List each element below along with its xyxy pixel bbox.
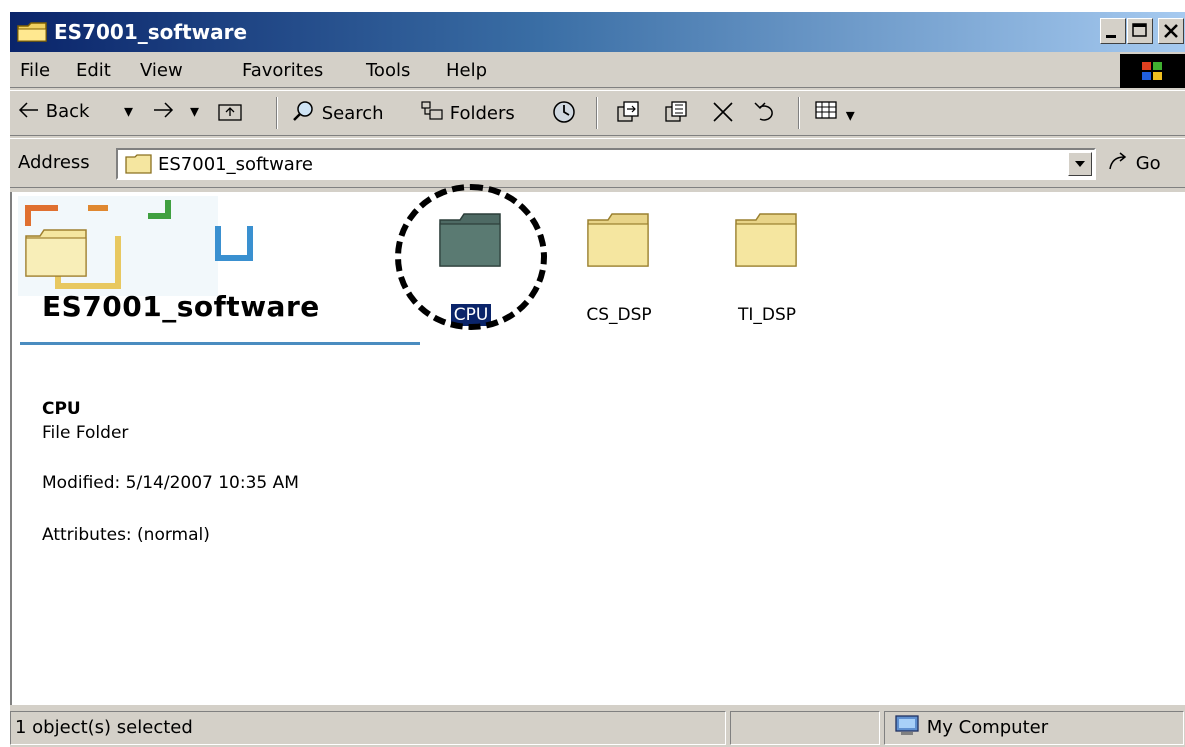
history-icon: [553, 101, 575, 123]
chevron-down-icon: [1075, 161, 1085, 167]
forward-dropdown[interactable]: ▾: [190, 99, 199, 125]
status-zone: My Computer: [884, 711, 1184, 745]
status-selection: 1 object(s) selected: [10, 711, 726, 745]
item-label: TI_DSP: [737, 305, 797, 325]
menu-bar: File Edit View Favorites Tools Help: [10, 54, 1185, 88]
window-title: ES7001_software: [54, 20, 248, 44]
toolbar-separator: [276, 97, 278, 129]
standard-toolbar: Back ▾ ▾ Search Folders ▾: [10, 90, 1185, 136]
search-label: Search: [321, 103, 384, 124]
details-attributes: Attributes: (normal): [42, 525, 210, 545]
up-folder-button[interactable]: [216, 99, 244, 131]
folder-icon: [17, 22, 47, 42]
undo-button[interactable]: [752, 99, 780, 133]
back-arrow-icon: [18, 102, 38, 118]
toolbar-separator: [798, 97, 800, 129]
go-arrow-icon: [1109, 152, 1127, 170]
maximize-button[interactable]: [1127, 18, 1153, 44]
title-bar[interactable]: ES7001_software: [10, 12, 1185, 52]
status-pane-empty: [730, 711, 880, 745]
title-underline: [20, 342, 420, 345]
back-label: Back: [45, 101, 90, 122]
move-to-button[interactable]: [614, 99, 642, 133]
highlight-circle: [395, 184, 547, 330]
views-button[interactable]: ▾: [814, 99, 855, 129]
copy-to-icon: [665, 101, 687, 122]
close-icon: [1164, 24, 1178, 38]
minimize-button[interactable]: [1100, 18, 1126, 44]
folder-icon: [735, 213, 797, 267]
menu-tools[interactable]: Tools: [366, 60, 410, 82]
views-icon: [815, 101, 837, 119]
folder-title: ES7001_software: [42, 290, 320, 323]
menu-help[interactable]: Help: [446, 60, 487, 82]
up-folder-icon: [218, 104, 242, 121]
go-label: Go: [1135, 153, 1161, 174]
views-dropdown-icon: ▾: [845, 105, 855, 126]
windows-flag-icon: [1142, 62, 1162, 80]
item-label: CS_DSP: [586, 305, 652, 325]
go-button[interactable]: Go: [1106, 151, 1161, 176]
undo-icon: [754, 102, 773, 121]
search-icon: [293, 101, 313, 121]
folders-icon: [421, 101, 443, 120]
move-to-icon: [617, 101, 639, 122]
menu-view[interactable]: View: [140, 60, 183, 82]
delete-button[interactable]: [710, 99, 736, 133]
history-button[interactable]: [550, 99, 578, 133]
my-computer-icon: [895, 715, 919, 735]
menu-file[interactable]: File: [20, 60, 50, 82]
status-bar: 1 object(s) selected My Computer: [10, 707, 1185, 747]
folders-label: Folders: [449, 103, 515, 124]
close-button[interactable]: [1158, 18, 1184, 44]
address-input[interactable]: ES7001_software: [116, 148, 1096, 180]
details-name: CPU: [42, 399, 81, 419]
folders-button[interactable]: Folders: [420, 99, 515, 127]
back-dropdown[interactable]: ▾: [124, 99, 133, 125]
address-value: ES7001_software: [158, 154, 313, 175]
maximize-icon: [1132, 23, 1147, 37]
explorer-window: ES7001_software File Edit View Favorites…: [8, 10, 1185, 747]
menu-edit[interactable]: Edit: [76, 60, 111, 82]
details-modified: Modified: 5/14/2007 10:35 AM: [42, 473, 299, 493]
minimize-icon: [1106, 35, 1116, 38]
toolbar-separator: [596, 97, 598, 129]
back-button[interactable]: Back: [18, 99, 89, 125]
copy-to-button[interactable]: [662, 99, 690, 133]
folder-icon: [587, 213, 649, 267]
windows-logo: [1120, 54, 1185, 88]
forward-arrow-icon: [154, 102, 174, 118]
folder-content-area[interactable]: ES7001_software CPU File Folder Modified…: [10, 184, 1185, 705]
menu-favorites[interactable]: Favorites: [242, 60, 323, 82]
address-label: Address: [18, 152, 90, 173]
folder-icon: [125, 154, 152, 174]
search-button[interactable]: Search: [292, 99, 384, 127]
delete-icon: [713, 102, 733, 122]
details-type: File Folder: [42, 423, 129, 443]
address-dropdown-button[interactable]: [1068, 152, 1092, 176]
status-zone-label: My Computer: [926, 717, 1049, 738]
forward-button[interactable]: [152, 99, 174, 125]
address-bar: Address ES7001_software Go: [10, 138, 1185, 188]
